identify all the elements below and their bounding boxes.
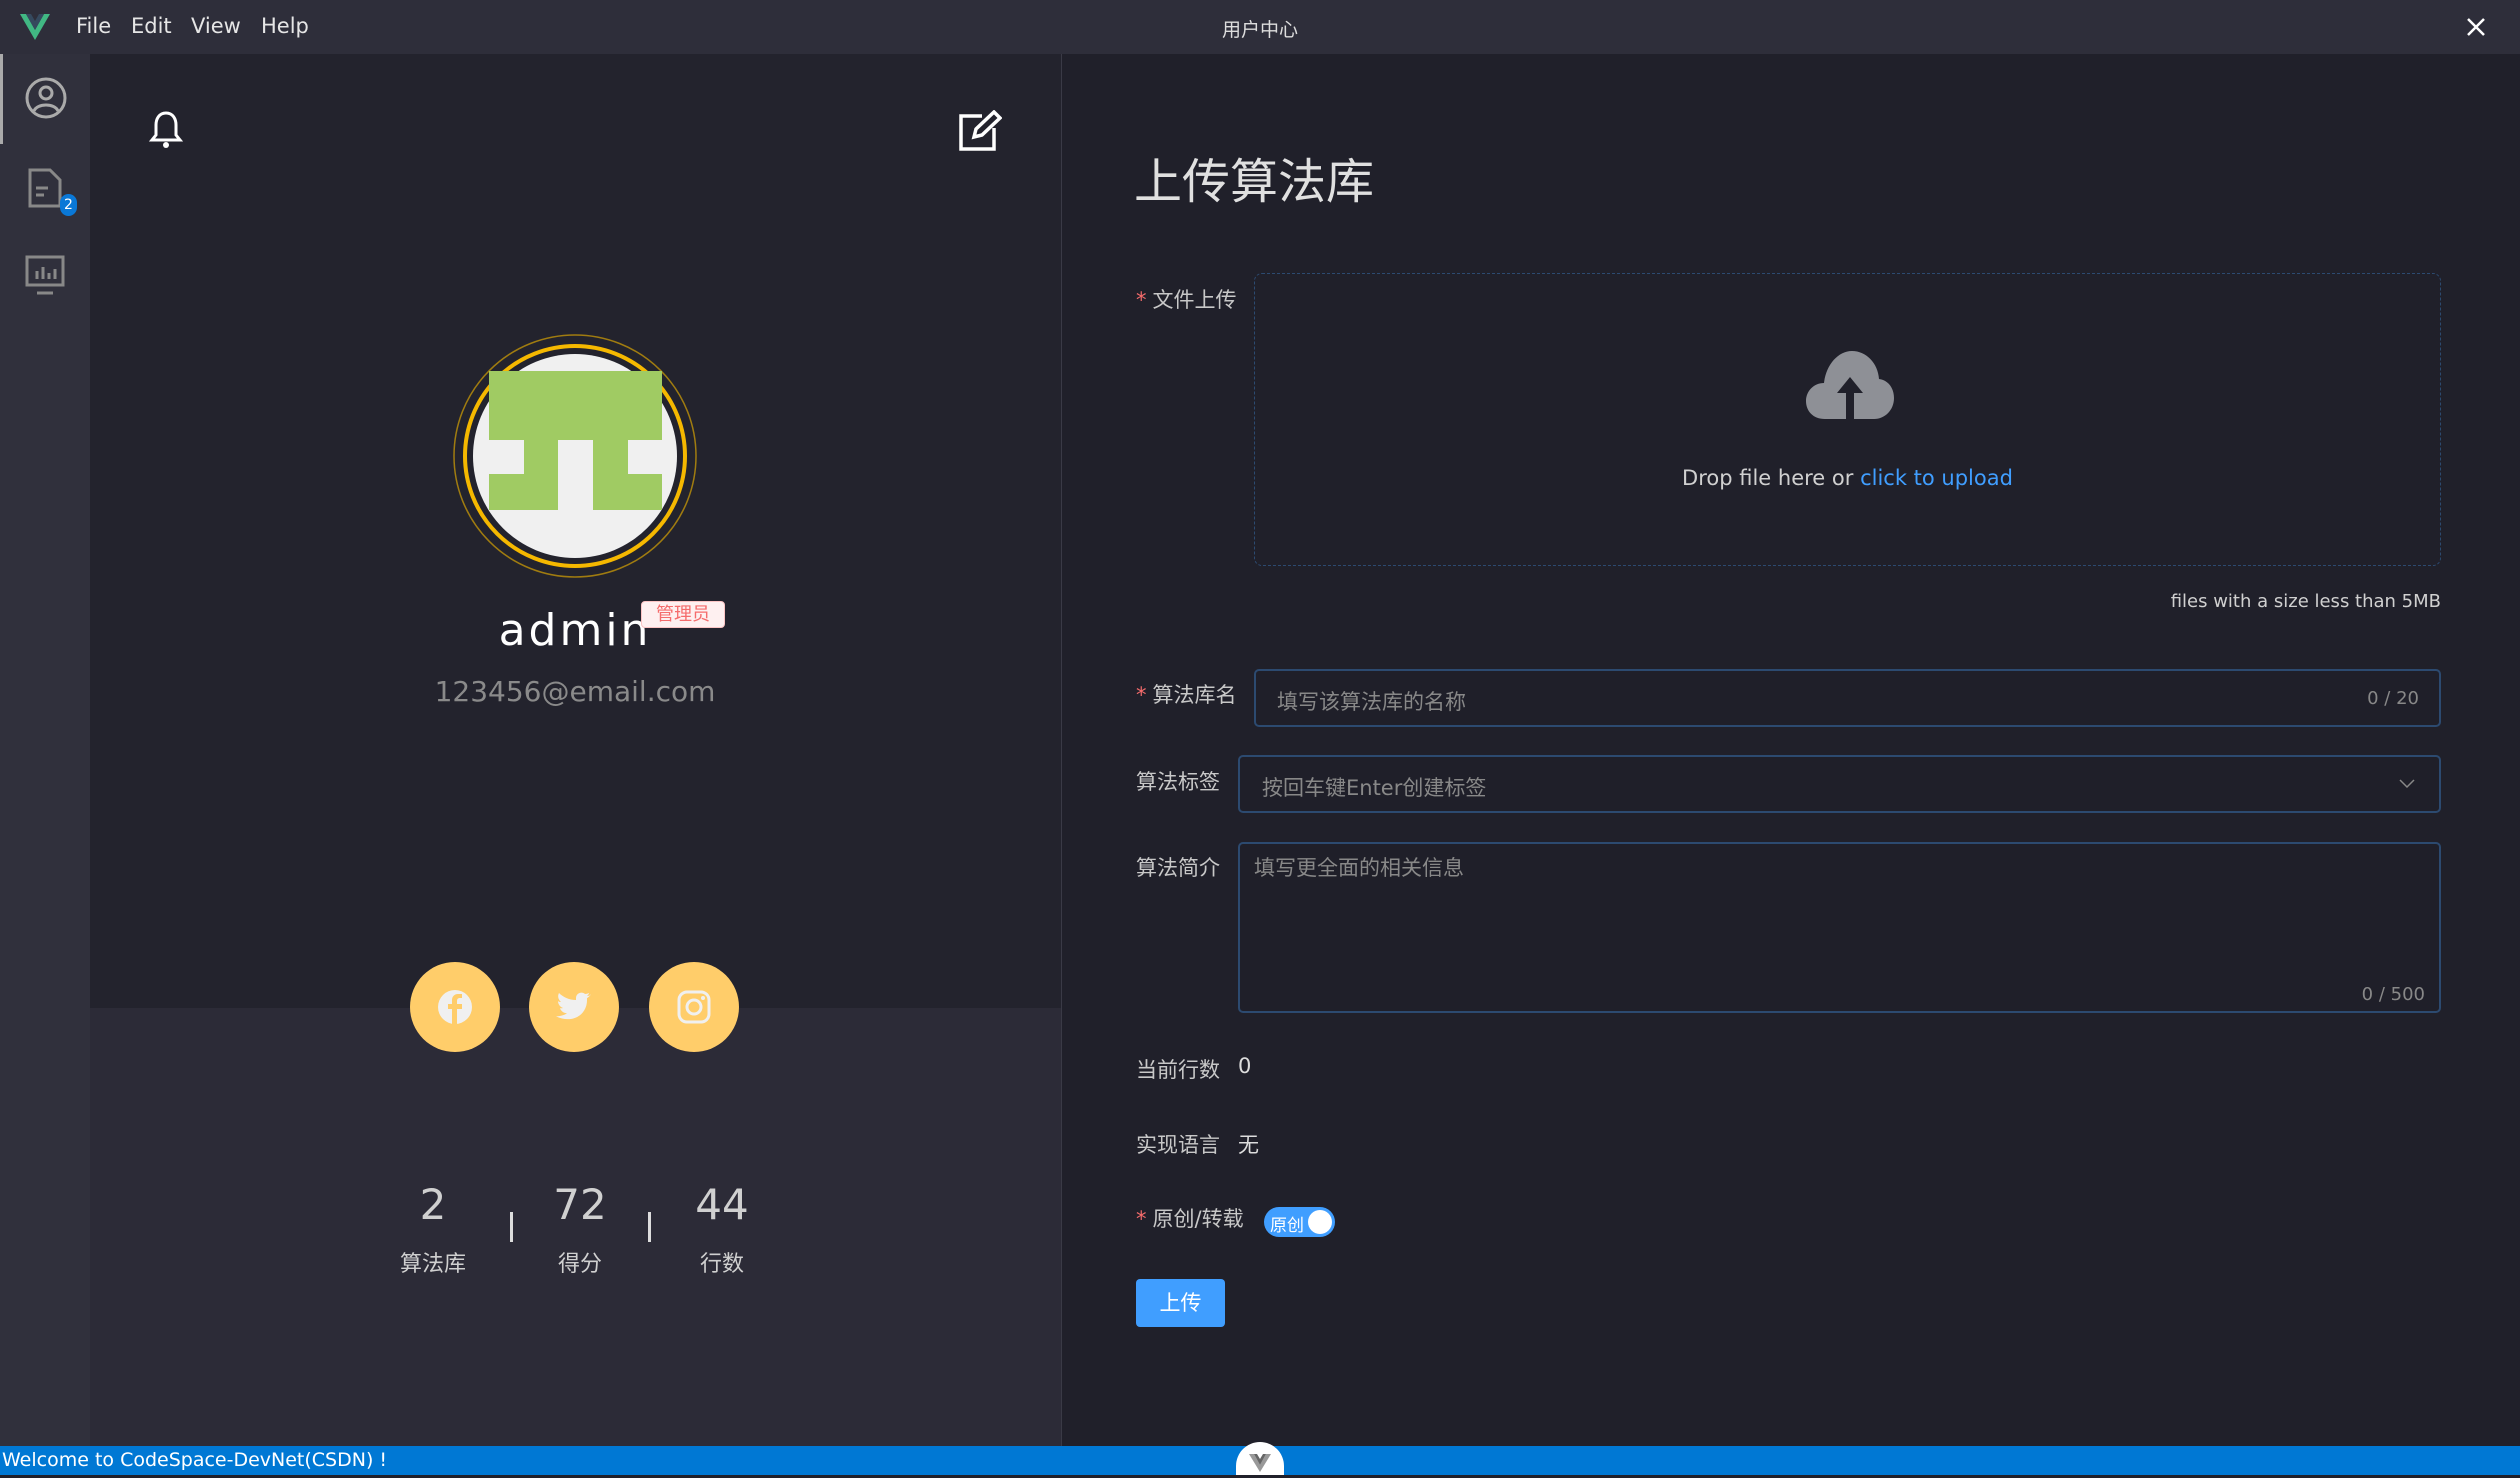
upload-dropzone[interactable]: Drop file here or click to upload bbox=[1254, 273, 2441, 566]
stat-score-label: 得分 bbox=[557, 1252, 602, 1277]
role-badge: 管理员 bbox=[641, 601, 725, 628]
stat-libraries-value: 2 bbox=[419, 1180, 447, 1229]
placeholder: 填写该算法库的名称 bbox=[1277, 690, 1466, 714]
menu-view[interactable]: View bbox=[191, 14, 241, 38]
stat-lines-label: 行数 bbox=[699, 1252, 744, 1277]
toggle-knob bbox=[1308, 1210, 1332, 1234]
original-toggle[interactable]: 原创 bbox=[1264, 1207, 1335, 1237]
description-textarea[interactable]: 填写更全面的相关信息 0 / 500 bbox=[1238, 842, 2441, 1013]
tags-label: 算法标签 bbox=[1136, 770, 1220, 794]
title-bar: File Edit View Help 用户中心 bbox=[0, 0, 2520, 54]
char-count: 0 / 20 bbox=[2367, 688, 2419, 709]
vue-logo-icon bbox=[1249, 1454, 1271, 1472]
edit-icon[interactable] bbox=[958, 110, 1002, 152]
lines-value: 0 bbox=[1238, 1054, 1252, 1078]
stat-score-value: 72 bbox=[553, 1180, 607, 1229]
instagram-icon bbox=[677, 990, 711, 1024]
lines-label: 当前行数 bbox=[1136, 1058, 1220, 1082]
menu-edit[interactable]: Edit bbox=[131, 14, 172, 38]
user-email: 123456@email.com bbox=[434, 675, 716, 708]
twitter-icon bbox=[556, 992, 591, 1020]
page-title: 上传算法库 bbox=[1134, 154, 1375, 210]
placeholder: 按回车键Enter创建标签 bbox=[1262, 776, 1487, 800]
twitter-button[interactable] bbox=[529, 962, 619, 1052]
name-label: * 算法库名 bbox=[1136, 683, 1237, 707]
placeholder: 填写更全面的相关信息 bbox=[1254, 856, 1464, 880]
tags-select[interactable]: 按回车键Enter创建标签 bbox=[1238, 755, 2441, 813]
char-count: 0 / 500 bbox=[2361, 984, 2425, 1005]
active-indicator bbox=[0, 54, 3, 144]
description-label: 算法简介 bbox=[1136, 856, 1220, 880]
facebook-icon bbox=[438, 990, 472, 1024]
upload-submit-button[interactable]: 上传 bbox=[1136, 1279, 1225, 1327]
click-to-upload-link[interactable]: click to upload bbox=[1860, 466, 2013, 490]
original-label: * 原创/转载 bbox=[1136, 1207, 1244, 1231]
toggle-text: 原创 bbox=[1270, 1216, 1304, 1236]
language-label: 实现语言 bbox=[1136, 1133, 1220, 1157]
sidebar-item-user[interactable] bbox=[24, 76, 68, 120]
sidebar-item-chart-monitor[interactable] bbox=[25, 255, 65, 297]
instagram-button[interactable] bbox=[649, 962, 739, 1052]
facebook-button[interactable] bbox=[410, 962, 500, 1052]
menu-file[interactable]: File bbox=[76, 14, 111, 38]
upload-hint: Drop file here or click to upload bbox=[1682, 466, 2013, 490]
stat-libraries-label: 算法库 bbox=[399, 1252, 466, 1277]
status-text: Welcome to CodeSpace-DevNet(CSDN) ! bbox=[2, 1449, 388, 1471]
panel-divider[interactable] bbox=[1061, 54, 1062, 1446]
close-icon[interactable] bbox=[2466, 17, 2486, 37]
bell-icon[interactable] bbox=[148, 110, 184, 150]
language-value: 无 bbox=[1238, 1133, 1259, 1157]
document-icon bbox=[28, 168, 62, 208]
upload-label: * 文件上传 bbox=[1136, 288, 1237, 312]
badge-count: 2 bbox=[60, 194, 77, 216]
upload-tip: files with a size less than 5MB bbox=[2170, 591, 2441, 612]
avatar[interactable] bbox=[453, 334, 697, 578]
window-title: 用户中心 bbox=[1221, 19, 1298, 41]
menu-help[interactable]: Help bbox=[261, 14, 309, 38]
chevron-down-icon bbox=[2399, 779, 2415, 789]
vue-logo-icon bbox=[20, 14, 50, 40]
sidebar-item-documents[interactable]: 2 bbox=[28, 168, 77, 216]
cloud-upload-icon bbox=[1806, 351, 1894, 419]
activity-bar: 2 bbox=[0, 54, 90, 1446]
library-name-input[interactable]: 填写该算法库的名称 0 / 20 bbox=[1254, 669, 2441, 727]
stat-lines-value: 44 bbox=[695, 1180, 749, 1229]
